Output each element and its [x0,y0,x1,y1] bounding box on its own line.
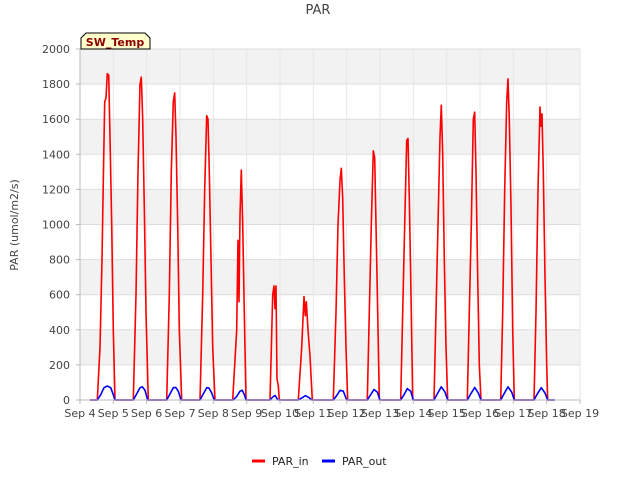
y-tick-label: 1000 [42,219,70,232]
chart-title: PAR [306,3,331,18]
x-tick-label: Sep 5 [98,407,129,420]
x-tick-label: Sep 6 [131,407,162,420]
plot-band [80,49,580,85]
sw-temp-badge: SW_Temp [80,32,151,50]
y-tick-label: 400 [49,324,70,337]
legend: PAR_in PAR_out [252,455,387,468]
par-chart: 0 200 400 600 800 1000 1200 1400 1600 1800 2000 Sep… [8,3,599,468]
y-tick-label: 1400 [42,148,70,161]
y-tick-label: 1600 [42,113,70,126]
plot-band [80,329,580,365]
badge-label: SW_Temp [86,36,145,49]
x-tick-label: Sep 19 [561,407,599,420]
y-axis-title: PAR (umol/m2/s) [8,179,21,271]
y-tick-label: 800 [49,254,70,267]
x-tick-label: Sep 7 [164,407,195,420]
y-tick-label: 1200 [42,183,70,196]
legend-label: PAR_out [342,455,387,468]
y-tick-label: 2000 [42,43,70,56]
x-tick-label: Sep 4 [64,407,95,420]
plot-band [80,259,580,295]
x-tick-label: Sep 8 [198,407,229,420]
y-tick-label: 0 [63,394,70,407]
y-tick-label: 1800 [42,78,70,91]
legend-label: PAR_in [272,455,309,468]
y-tick-label: 200 [49,359,70,372]
x-tick-label: Sep 9 [231,407,262,420]
y-tick-label: 600 [49,289,70,302]
